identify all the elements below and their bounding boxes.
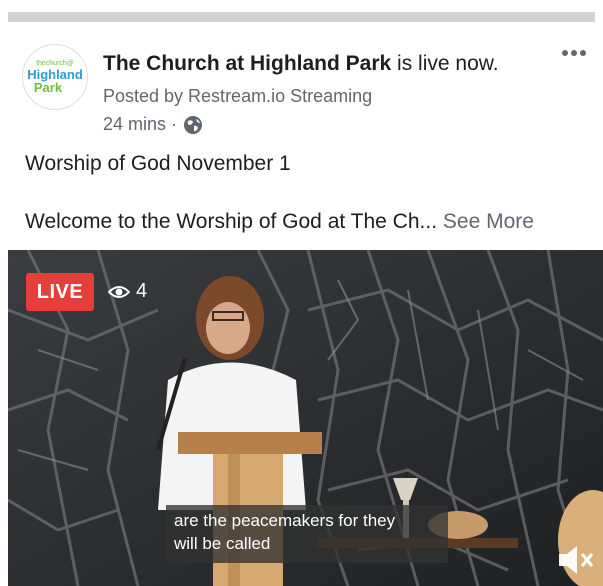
speaker-muted-icon[interactable] — [555, 542, 595, 578]
closed-caption: are the peacemakers for they will be cal… — [166, 505, 448, 563]
see-more-link[interactable]: See More — [443, 210, 534, 233]
viewer-count-value: 4 — [136, 280, 148, 302]
page-name-link[interactable]: The Church at Highland Park — [103, 52, 391, 75]
eye-icon — [108, 285, 130, 298]
more-options-icon[interactable] — [562, 50, 586, 56]
post-meta: 24 mins · — [103, 114, 203, 135]
post-title: Worship of God November 1 — [25, 152, 291, 175]
avatar-line2: Park — [33, 80, 63, 95]
post-description: Welcome to the Worship of God at The Ch.… — [25, 210, 534, 234]
feed-divider — [0, 0, 603, 24]
globe-icon — [184, 115, 203, 134]
post-header: The Church at Highland Park is live now. — [103, 52, 499, 76]
caption-line: are the peacemakers for they — [174, 511, 396, 530]
live-status-text: is live now. — [391, 52, 499, 75]
viewer-count: 4 — [108, 280, 147, 303]
live-badge: LIVE — [26, 273, 94, 311]
page-avatar[interactable]: thechurch@ Highland Park — [22, 44, 88, 110]
timestamp[interactable]: 24 mins · — [103, 114, 177, 135]
caption-line: will be called — [174, 534, 271, 553]
description-text: Welcome to the Worship of God at The Ch.… — [25, 210, 438, 233]
posted-by: Posted by Restream.io Streaming — [103, 86, 373, 106]
